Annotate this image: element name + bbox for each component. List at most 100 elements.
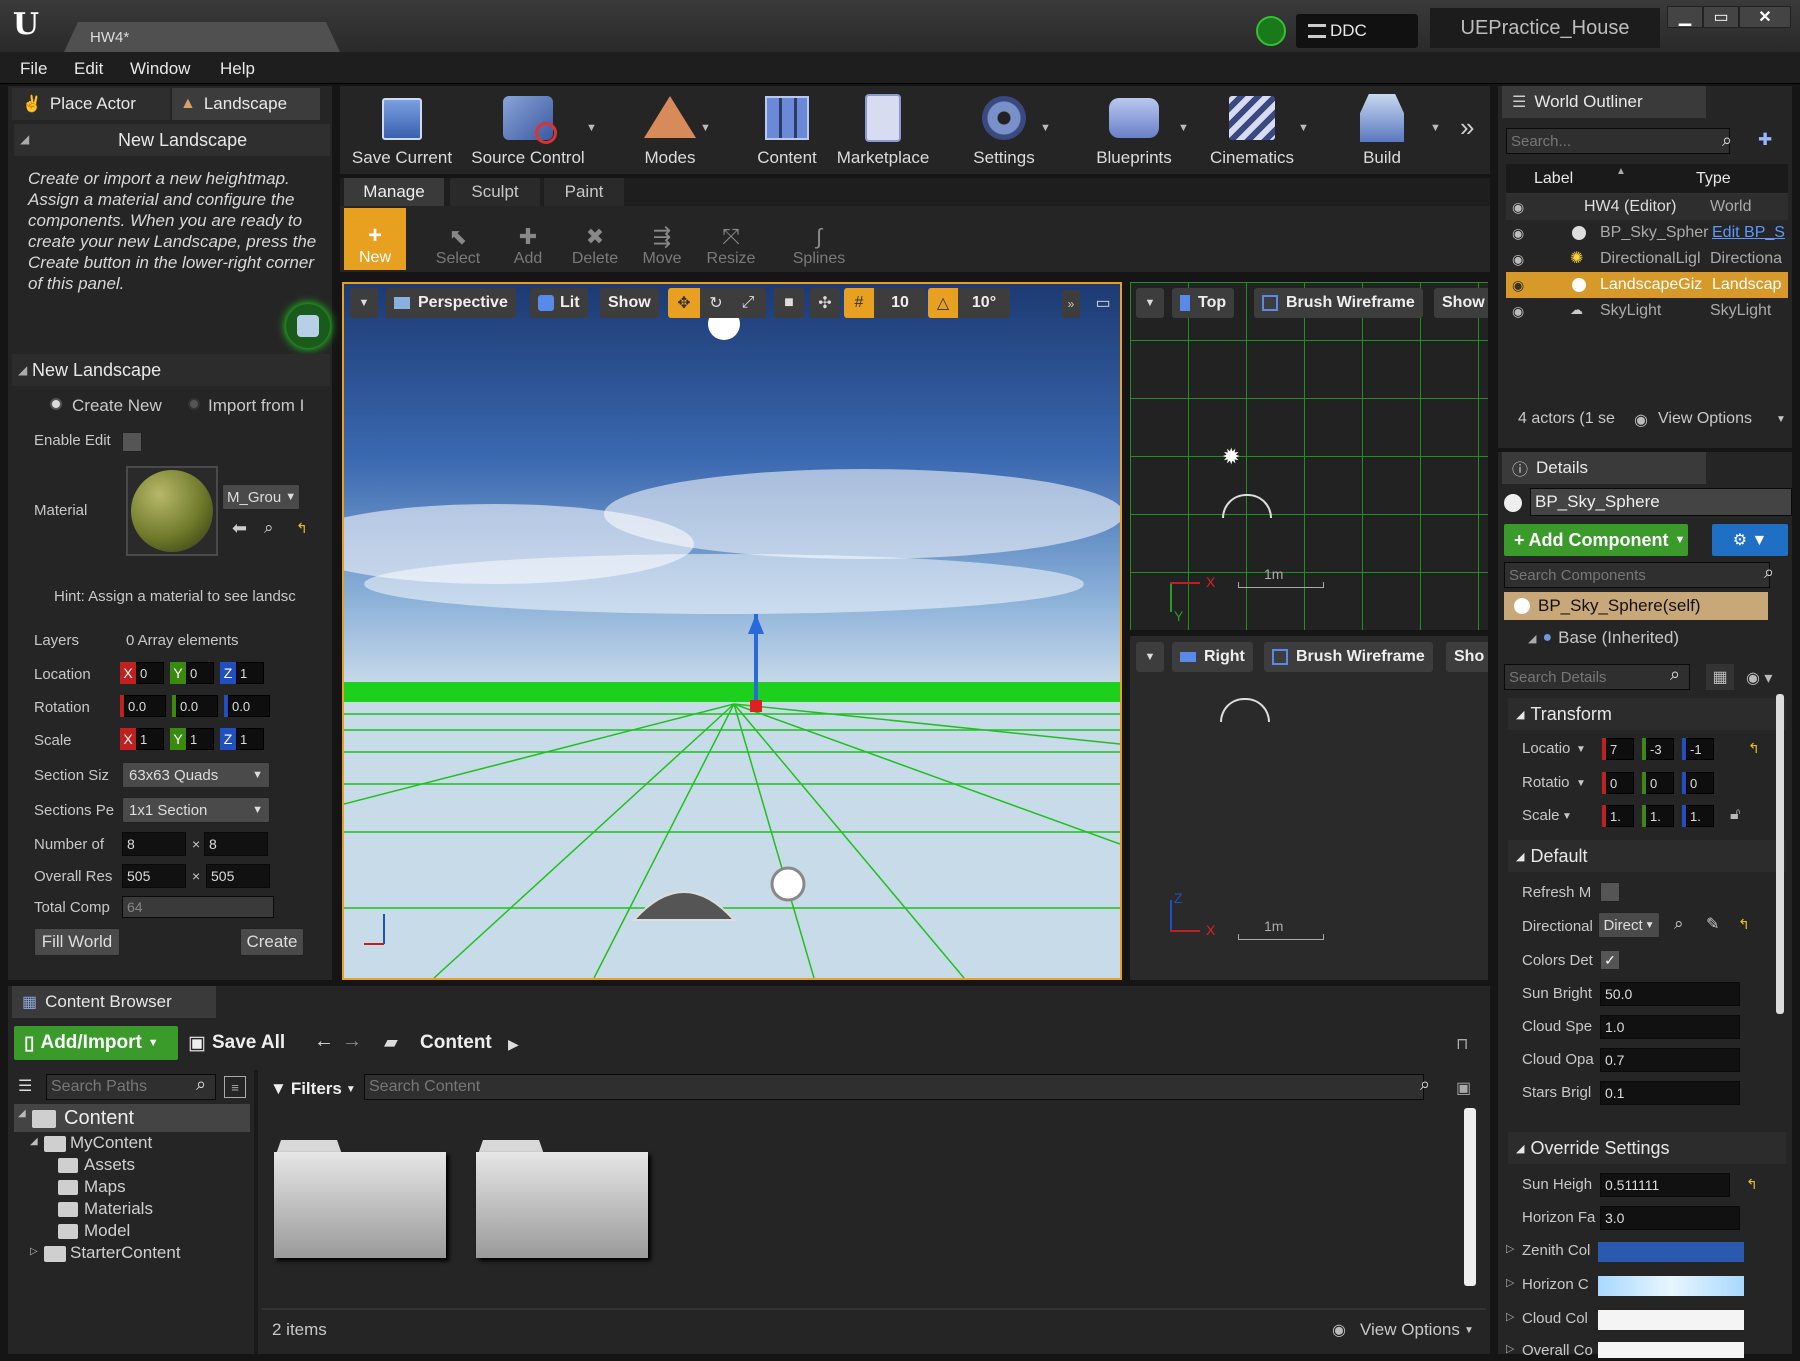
level-tab[interactable]: HW4* — [64, 22, 340, 52]
surface-snap-icon[interactable]: ✣ — [810, 288, 840, 318]
eye-icon[interactable]: ◉ — [1512, 303, 1524, 320]
content-scrollbar[interactable] — [1464, 1108, 1476, 1286]
reset-icon[interactable]: ↰ — [1738, 916, 1750, 933]
path-content[interactable]: Content — [420, 1032, 492, 1054]
select-tool-button[interactable]: ⬉ Select — [426, 210, 490, 268]
search-content-input[interactable]: Search Content — [364, 1074, 1424, 1100]
eye-icon[interactable]: ◉ — [1512, 277, 1524, 294]
resize-tool-button[interactable]: ⤧ Resize — [696, 210, 766, 268]
eye-icon[interactable]: ◉ ▾ — [1746, 668, 1772, 688]
delete-tool-button[interactable]: ✖ Delete — [564, 210, 626, 268]
zenith-color-swatch[interactable] — [1598, 1242, 1744, 1262]
outliner-row[interactable]: ◉ HW4 (Editor) World — [1506, 194, 1788, 220]
add-tool-button[interactable]: ✚ Add — [498, 210, 558, 268]
browse-search-icon[interactable]: ⌕ — [264, 518, 274, 538]
folder-tile[interactable] — [476, 1140, 648, 1258]
menu-edit[interactable]: Edit — [74, 59, 103, 79]
expand-arrow-icon[interactable]: ▷ — [30, 1246, 38, 1257]
settings-dropdown-icon[interactable]: ▼ — [1040, 122, 1051, 134]
source-control-status-icon[interactable] — [1256, 16, 1286, 46]
overall-x-field[interactable]: 505 — [122, 864, 186, 888]
rot-snap-icon[interactable]: △ — [928, 288, 958, 318]
settings-button[interactable]: Settings — [962, 82, 1046, 168]
transform-section[interactable]: ◢ Transform — [1508, 698, 1786, 730]
add-import-button[interactable]: ▯ Add/Import ▼ — [14, 1026, 178, 1060]
grid-snap-value[interactable]: 10 — [874, 288, 926, 318]
blueprint-options-button[interactable]: ⚙ ▼ — [1712, 524, 1788, 556]
right-view-button[interactable]: Right — [1172, 642, 1253, 672]
search-icon[interactable]: ⌕ — [1722, 130, 1732, 151]
detail-location-y[interactable]: -3 — [1646, 738, 1674, 760]
cinematics-dropdown-icon[interactable]: ▼ — [1298, 122, 1309, 134]
detail-scale-z[interactable]: 1. — [1686, 805, 1714, 827]
outliner-row[interactable]: ◉ BP_Sky_Spher Edit BP_S — [1506, 220, 1788, 246]
back-arrow-icon[interactable]: ← — [314, 1030, 334, 1053]
base-component-row[interactable]: ◢ ● Base (Inherited) — [1504, 624, 1768, 652]
filters-button[interactable]: ▼ Filters ▼ — [270, 1076, 356, 1102]
use-selected-arrow-icon[interactable]: ⬅ — [232, 518, 247, 539]
tree-maps-label[interactable]: Maps — [84, 1177, 126, 1197]
viewport-options-button[interactable]: ▼ — [350, 288, 378, 318]
modes-button[interactable]: Modes — [630, 82, 710, 168]
place-actor-tab[interactable]: ✌ Place Actor — [12, 88, 170, 120]
blueprints-button[interactable]: Blueprints — [1088, 82, 1180, 168]
unreal-logo-icon[interactable]: U — [8, 6, 44, 42]
horizon-color-swatch[interactable] — [1598, 1276, 1744, 1296]
eye-icon[interactable]: ◉ — [1512, 251, 1524, 268]
tree-materials-label[interactable]: Materials — [84, 1199, 153, 1219]
add-component-button[interactable]: + Add Component ▼ — [1504, 524, 1688, 556]
top-show-button[interactable]: Show — [1434, 288, 1488, 318]
search-paths-input[interactable]: Search Paths — [46, 1074, 216, 1100]
scale-y-field[interactable]: 1 — [186, 728, 214, 750]
close-button[interactable]: ✕ — [1739, 6, 1791, 28]
perspective-viewport[interactable] — [342, 282, 1122, 980]
lit-button[interactable]: Lit — [530, 288, 588, 318]
cloud-opacity-field[interactable]: 0.7 — [1600, 1048, 1740, 1072]
toolbar-overflow-icon[interactable]: » — [1460, 112, 1474, 143]
detail-rotation-x[interactable]: 0 — [1606, 772, 1634, 794]
source-control-button[interactable]: Source Control — [466, 82, 590, 168]
ddc-indicator[interactable]: DDC — [1296, 14, 1418, 48]
search-components-input[interactable]: Search Components — [1504, 562, 1770, 588]
lock-icon[interactable]: 🔓︎ — [1730, 806, 1740, 824]
detail-rotation-y[interactable]: 0 — [1646, 772, 1674, 794]
minimize-button[interactable]: ▁ — [1667, 6, 1703, 28]
outliner-row-selected[interactable]: ◉ LandscapeGiz Landscap — [1506, 272, 1788, 298]
sections-per-dropdown[interactable]: 1x1 Section ▼ — [122, 797, 270, 823]
scale-x-field[interactable]: 1 — [136, 728, 164, 750]
tab-manage[interactable]: Manage — [344, 178, 444, 206]
location-y-field[interactable]: 0 — [186, 662, 214, 684]
create-button[interactable]: Create — [240, 928, 304, 956]
world-local-icon[interactable]: ■ — [774, 288, 804, 318]
tree-starter-label[interactable]: StarterContent — [70, 1243, 181, 1263]
stars-bright-field[interactable]: 0.1 — [1600, 1081, 1740, 1105]
horizon-falloff-field[interactable]: 3.0 — [1600, 1206, 1740, 1230]
chevron-down-icon[interactable]: ▼ — [1776, 414, 1786, 425]
splines-tool-button[interactable]: ∫ Splines — [786, 210, 852, 268]
search-details-input[interactable]: Search Details — [1504, 664, 1690, 690]
top-options-button[interactable]: ▼ — [1136, 288, 1164, 318]
maximize-viewport-icon[interactable]: ▭ — [1094, 294, 1112, 312]
detail-scale-y[interactable]: 1. — [1646, 805, 1674, 827]
tree-assets-label[interactable]: Assets — [84, 1155, 135, 1175]
colors-det-checkbox[interactable]: ✓ — [1600, 950, 1620, 970]
directional-dropdown[interactable]: Direct ▼ — [1598, 912, 1660, 938]
create-new-radio[interactable] — [50, 398, 62, 410]
perspective-button[interactable]: Perspective — [386, 288, 516, 318]
section-size-dropdown[interactable]: 63x63 Quads ▼ — [122, 762, 270, 788]
chevron-down-icon[interactable]: ▼ — [1464, 1325, 1474, 1336]
collapse-arrow-icon[interactable]: ◢ — [18, 363, 27, 377]
folder-tile[interactable] — [274, 1140, 446, 1258]
chevron-down-icon[interactable]: ▼ — [1562, 811, 1572, 822]
menu-window[interactable]: Window — [130, 59, 190, 79]
material-dropdown[interactable]: M_Grou ▼ — [222, 484, 300, 510]
refresh-checkbox[interactable] — [1600, 882, 1620, 902]
detail-rotation-z[interactable]: 0 — [1686, 772, 1714, 794]
save-all-button[interactable]: ▣ Save All — [188, 1026, 292, 1060]
cloud-color-swatch[interactable] — [1598, 1310, 1744, 1330]
location-z-field[interactable]: 1 — [236, 662, 264, 684]
collapse-tree-icon[interactable]: ☰ — [18, 1076, 32, 1096]
detail-location-x[interactable]: 7 — [1606, 738, 1634, 760]
picker-icon[interactable]: ✎ — [1706, 914, 1719, 934]
expand-arrow-icon[interactable]: ▷ — [1506, 1310, 1514, 1323]
